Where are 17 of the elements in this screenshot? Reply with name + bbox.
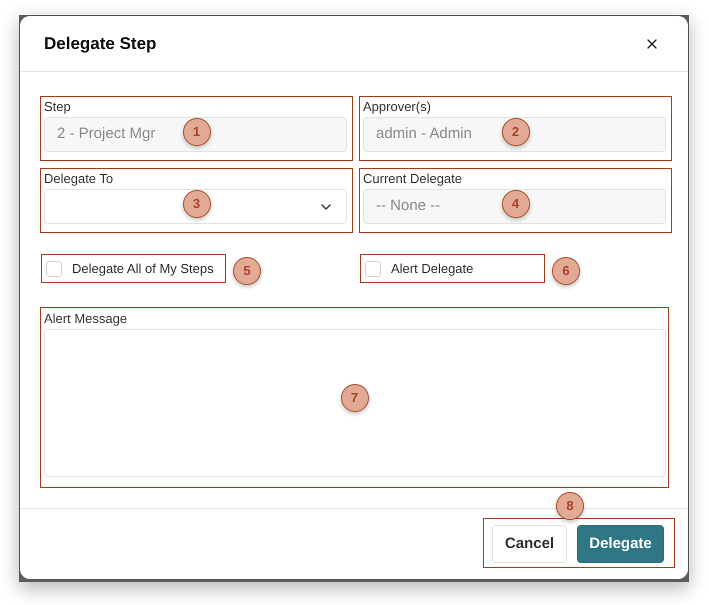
field-label: Delegate To [44,170,114,187]
delegate-button[interactable]: Delegate [577,525,664,563]
field-label: Approver(s) [363,98,432,115]
field-label: Alert Message [44,310,128,327]
checkbox-label[interactable]: Delegate All of My Steps [72,258,214,278]
checkbox[interactable] [365,260,381,276]
field-label: Current Delegate [363,170,463,187]
cancel-button[interactable]: Cancel [492,525,567,563]
callout-badge: 5 [233,256,261,284]
checkbox[interactable] [46,260,62,276]
checkbox-label[interactable]: Alert Delegate [391,258,474,278]
callout-badge: 6 [552,256,580,284]
field-label: Step [44,98,72,115]
message-field[interactable] [44,329,666,477]
callout-badge: 8 [556,492,584,520]
select-field[interactable] [44,189,347,224]
dialog-title: Delegate Step [44,32,156,55]
